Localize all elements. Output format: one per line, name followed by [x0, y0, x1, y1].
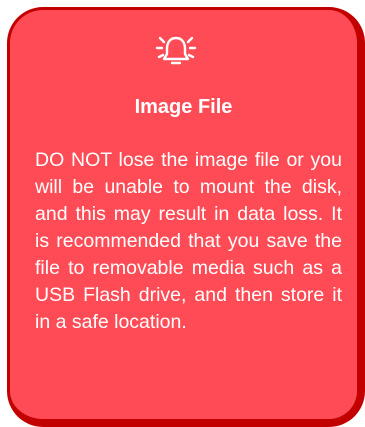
note-body: DO NOT lose the image file or you will b… — [35, 149, 342, 333]
bell-alert-icon — [155, 32, 197, 70]
warning-note-card: Image File DO NOT lose the image file or… — [7, 7, 365, 427]
note-title: Image File — [134, 96, 233, 118]
